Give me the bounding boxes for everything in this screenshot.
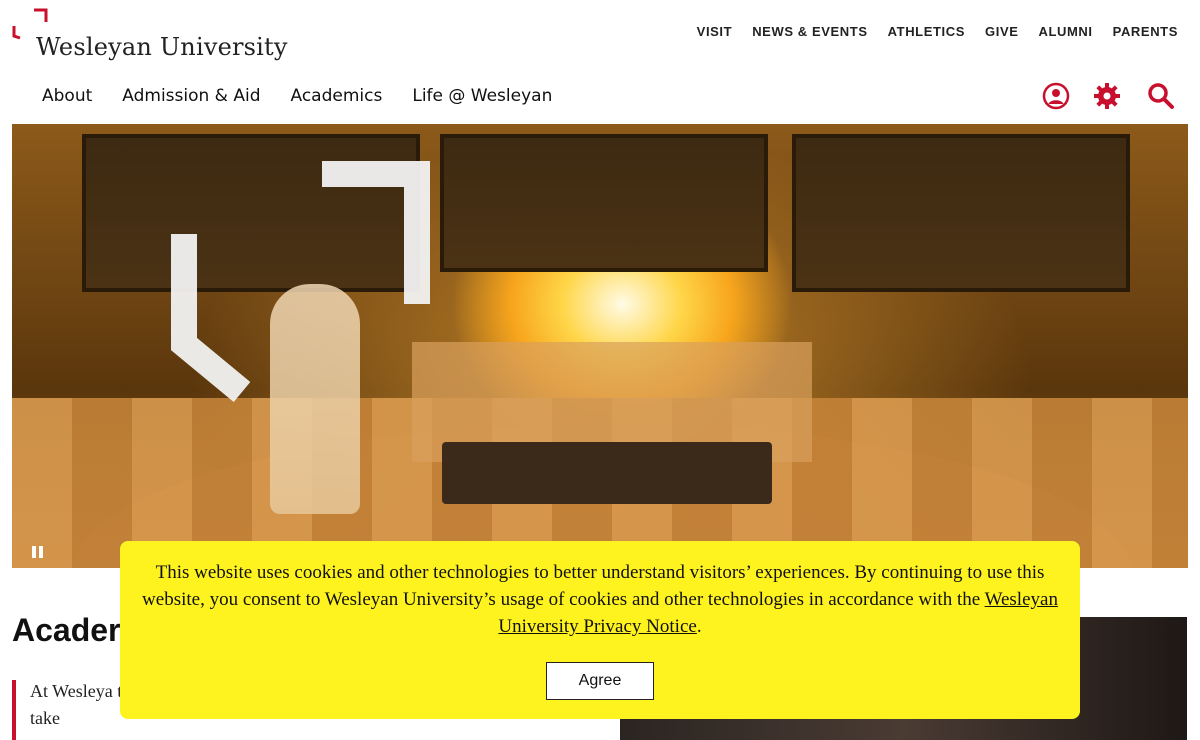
utility-nav-visit[interactable]: VISIT [697, 24, 733, 39]
hero-video[interactable] [12, 124, 1188, 568]
main-nav: About Admission & Aid Academics Life @ W… [42, 86, 552, 106]
user-icon[interactable] [1042, 82, 1070, 110]
utility-nav: VISIT NEWS & EVENTS ATHLETICS GIVE ALUMN… [697, 24, 1178, 39]
pause-icon[interactable] [28, 542, 48, 562]
section-title: Acader [12, 612, 121, 648]
gear-icon[interactable] [1093, 82, 1121, 110]
utility-nav-give[interactable]: GIVE [985, 24, 1018, 39]
chalkboard [792, 134, 1130, 292]
cookie-banner: This website uses cookies and other tech… [120, 541, 1080, 719]
utility-nav-news-events[interactable]: NEWS & EVENTS [752, 24, 867, 39]
lab-bench [442, 442, 772, 504]
cookie-text-after: . [696, 616, 702, 637]
brand-bracket-graphic [171, 161, 430, 403]
main-nav-academics[interactable]: Academics [291, 86, 383, 106]
main-nav-about[interactable]: About [42, 86, 92, 106]
utility-nav-parents[interactable]: PARENTS [1113, 24, 1178, 39]
utility-nav-athletics[interactable]: ATHLETICS [888, 24, 965, 39]
agree-button[interactable]: Agree [546, 662, 654, 700]
cookie-text-before: This website uses cookies and other tech… [142, 562, 1045, 610]
site-header: Wesleyan University VISIT NEWS & EVENTS … [0, 0, 1200, 124]
cookie-banner-text: This website uses cookies and other tech… [140, 559, 1060, 640]
intro-accent-bar [12, 680, 16, 740]
main-nav-admission-aid[interactable]: Admission & Aid [122, 86, 260, 106]
search-icon[interactable] [1147, 82, 1175, 110]
site-logo-text[interactable]: Wesleyan University [36, 33, 288, 61]
utility-nav-alumni[interactable]: ALUMNI [1038, 24, 1092, 39]
chalkboard [440, 134, 768, 272]
main-nav-life-at-wesleyan[interactable]: Life @ Wesleyan [412, 86, 552, 106]
